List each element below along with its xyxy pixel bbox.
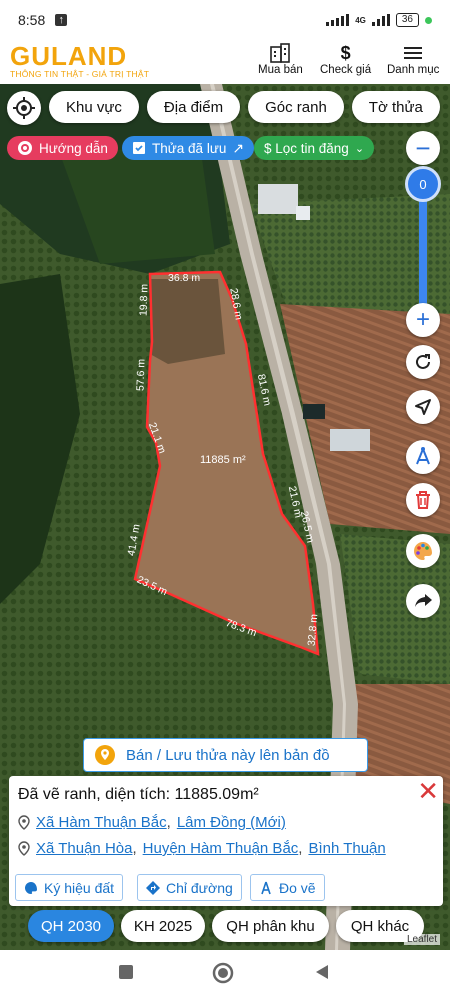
draw-measure-button[interactable] xyxy=(406,440,440,474)
external-link-icon: ↗ xyxy=(232,139,245,156)
refresh-button[interactable] xyxy=(406,345,440,379)
share-button[interactable] xyxy=(406,584,440,618)
menu-icon xyxy=(403,42,423,64)
logo-text: GULAND xyxy=(10,41,128,71)
active-dot-icon xyxy=(425,16,432,24)
saved-parcels-pill[interactable]: Thửa đã lưu ↗ xyxy=(122,136,255,160)
palette-icon xyxy=(25,881,37,894)
address-old-ward-link[interactable]: Xã Thuận Hòa xyxy=(36,840,132,857)
dollar-icon: $ xyxy=(340,42,351,63)
parcel-area-label: 11885 m² xyxy=(200,454,246,466)
bookmark-check-icon xyxy=(133,142,145,154)
location-pin-icon xyxy=(18,841,30,856)
zoom-slider-knob[interactable]: 0 xyxy=(405,166,441,202)
status-bar: 8:58 ↑ 4G 36 xyxy=(0,0,450,40)
cell-signal-icon xyxy=(371,14,390,26)
sell-banner-text: Bán / Lưu thửa này lên bản đồ xyxy=(126,746,330,764)
tab-qh-zoning[interactable]: QH phân khu xyxy=(212,910,329,942)
check-price-label: Check giá xyxy=(320,64,372,76)
crosshair-icon xyxy=(13,97,35,119)
navigation-arrow-icon xyxy=(415,399,431,415)
address-new-row: Xã Hàm Thuận Bắc, Lâm Đồng (Mới) xyxy=(18,814,286,831)
measure-draw-label: Đo vẽ xyxy=(279,879,316,896)
status-indicators: 4G 36 xyxy=(326,13,432,27)
address-ward-link[interactable]: Xã Hàm Thuận Bắc xyxy=(36,814,167,831)
zoom-in-button[interactable]: + xyxy=(406,303,440,337)
land-symbol-button[interactable]: Ký hiệu đất xyxy=(15,874,124,901)
card-title: Đã vẽ ranh, diện tích: 11885.09m² xyxy=(18,786,259,803)
palette-button[interactable] xyxy=(406,534,440,568)
minus-icon: − xyxy=(415,133,431,163)
upload-icon: ↑ xyxy=(55,14,68,26)
compass-draw-icon xyxy=(416,447,430,465)
palette-icon xyxy=(414,542,432,560)
guland-logo[interactable]: GULAND THÔNG TIN THẬT - GIÁ TRỊ THẬT xyxy=(10,42,149,79)
recent-apps-button[interactable] xyxy=(118,964,134,985)
edge-label: 57.6 m xyxy=(134,358,148,392)
filter-label: $ Lọc tin đăng xyxy=(264,140,349,156)
chip-area[interactable]: Khu vực xyxy=(49,91,139,123)
status-time: 8:58 xyxy=(18,12,46,28)
home-circle-icon xyxy=(212,962,234,984)
zoom-slider-track[interactable] xyxy=(419,195,427,315)
wifi-signal-icon xyxy=(326,14,350,26)
edge-label: 19.8 m xyxy=(137,283,151,317)
back-button[interactable] xyxy=(314,964,330,985)
locate-me-button[interactable] xyxy=(7,91,41,125)
close-icon[interactable]: ✕ xyxy=(417,778,439,804)
zoom-out-button[interactable]: − xyxy=(406,131,440,165)
buy-sell-label: Mua bán xyxy=(258,64,303,76)
address-old-province-link[interactable]: Bình Thuận xyxy=(308,840,385,857)
app-header: GULAND THÔNG TIN THẬT - GIÁ TRỊ THẬT Mua… xyxy=(0,40,450,84)
network-label: 4G xyxy=(355,15,366,25)
delete-button[interactable] xyxy=(406,483,440,517)
chevron-down-icon: ⌄ xyxy=(354,142,365,155)
menu-button[interactable]: Danh mục xyxy=(387,42,439,76)
battery-icon: 36 xyxy=(395,13,419,27)
play-circle-icon xyxy=(18,141,32,155)
tab-qh-2030[interactable]: QH 2030 xyxy=(28,910,114,942)
search-chip-row: Khu vực Địa điểm Góc ranh Tờ thửa xyxy=(7,91,440,125)
tab-kh-2025[interactable]: KH 2025 xyxy=(121,910,205,942)
buy-sell-button[interactable]: Mua bán xyxy=(258,42,303,76)
land-symbol-label: Ký hiệu đất xyxy=(44,879,115,896)
address-province-link[interactable]: Lâm Đồng (Mới) xyxy=(177,814,286,831)
check-price-button[interactable]: $ Check giá xyxy=(320,42,372,77)
parcel-info-card: Đã vẽ ranh, diện tích: 11885.09m² ✕ Xã H… xyxy=(9,776,443,906)
home-button[interactable] xyxy=(212,962,234,989)
directions-button[interactable]: Chỉ đường xyxy=(137,874,242,901)
guide-pill[interactable]: Hướng dẫn xyxy=(7,136,118,160)
menu-label: Danh mục xyxy=(387,64,440,76)
system-nav-bar xyxy=(0,950,450,1000)
location-pin-icon xyxy=(18,815,30,830)
saved-label: Thửa đã lưu xyxy=(152,140,227,156)
directions-label: Chỉ đường xyxy=(166,879,233,896)
directions-icon xyxy=(146,880,160,895)
filter-listings-pill[interactable]: $ Lọc tin đăng ⌄ xyxy=(254,136,375,160)
chip-place[interactable]: Địa điểm xyxy=(146,91,241,123)
building-icon xyxy=(269,42,291,64)
address-old-row: Xã Thuận Hòa, Huyện Hàm Thuận Bắc, Bình … xyxy=(18,840,386,857)
address-old-district-link[interactable]: Huyện Hàm Thuận Bắc xyxy=(143,840,299,857)
chip-sheet-parcel[interactable]: Tờ thửa xyxy=(351,91,440,123)
chip-corner-boundary[interactable]: Góc ranh xyxy=(248,91,344,123)
plus-icon: + xyxy=(415,306,430,333)
share-arrow-icon xyxy=(415,594,432,607)
square-icon xyxy=(119,965,133,979)
measure-draw-button[interactable]: Đo vẽ xyxy=(250,874,325,901)
compass-draw-icon xyxy=(261,881,271,894)
edge-label: 36.8 m xyxy=(168,272,201,284)
logo-tagline: THÔNG TIN THẬT - GIÁ TRỊ THẬT xyxy=(10,69,150,79)
refresh-icon xyxy=(416,354,430,369)
guide-label: Hướng dẫn xyxy=(39,140,108,156)
back-triangle-icon xyxy=(316,965,328,979)
sell-save-parcel-banner[interactable]: Bán / Lưu thửa này lên bản đồ xyxy=(83,738,368,772)
map-pin-icon xyxy=(95,745,115,765)
leaflet-attribution[interactable]: Leaflet xyxy=(404,934,441,945)
trash-icon xyxy=(416,491,430,509)
navigate-button[interactable] xyxy=(406,390,440,424)
